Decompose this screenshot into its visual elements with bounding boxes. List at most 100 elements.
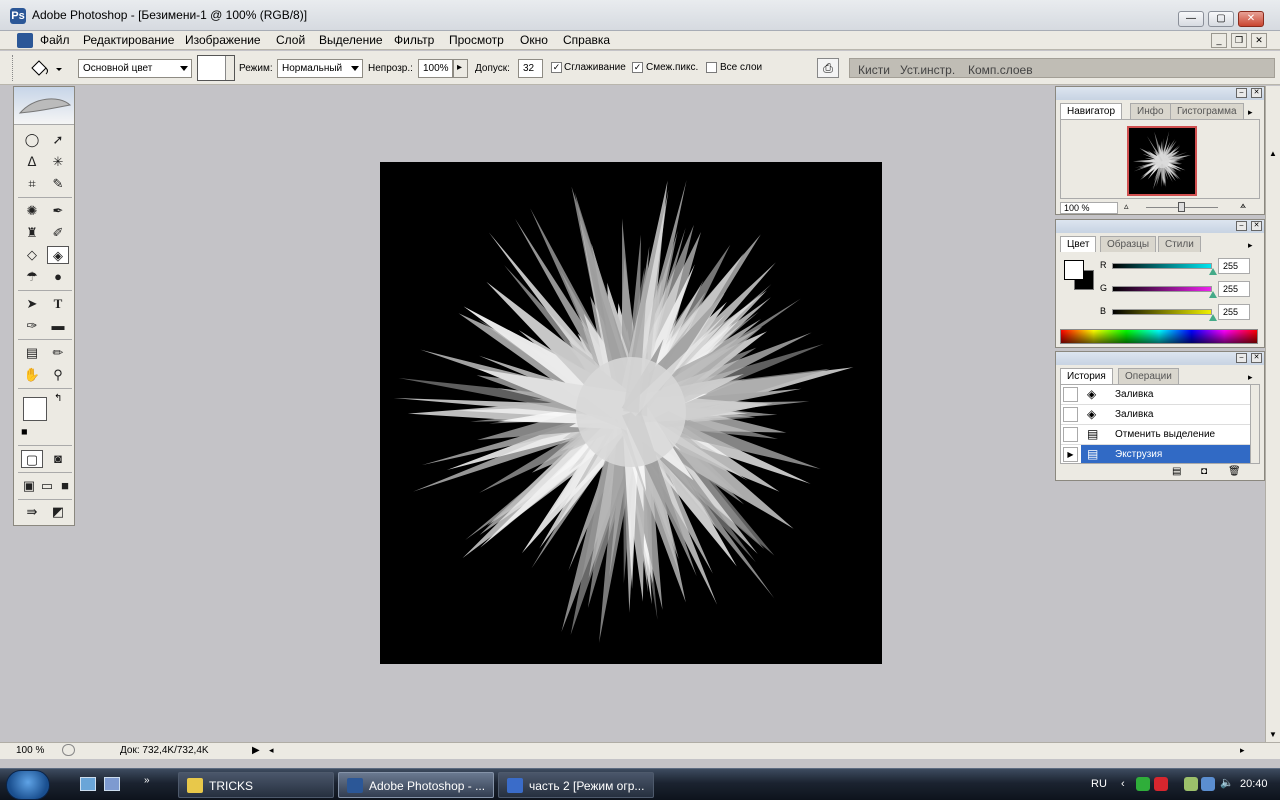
navigator-menu-icon[interactable]: ▸	[1248, 107, 1253, 118]
quick-mask-icon[interactable]: ◙	[47, 450, 69, 468]
menu-image[interactable]: Изображение	[185, 33, 261, 47]
history-menu-icon[interactable]: ▸	[1248, 372, 1253, 383]
color-panel-header[interactable]: – ✕	[1056, 220, 1264, 233]
trash-icon[interactable]: 🗑	[1228, 466, 1241, 477]
opacity-slider-button[interactable]: ▸	[453, 59, 468, 78]
marquee-tool-icon[interactable]: ◯	[21, 131, 43, 149]
history-row[interactable]: ▶ ▤ Экструзия	[1061, 445, 1252, 463]
opacity-input[interactable]: 100%	[418, 59, 453, 78]
menu-layer[interactable]: Слой	[276, 33, 305, 47]
color-spectrum-bar[interactable]	[1060, 329, 1258, 344]
document-icon[interactable]	[17, 33, 33, 48]
doc-restore-button[interactable]: ❐	[1231, 33, 1247, 48]
new-snapshot-icon[interactable]: ◘	[1201, 466, 1207, 477]
lasso-tool-icon[interactable]: ᐃ	[21, 153, 43, 171]
fill-source-dropdown[interactable]: Основной цвет	[78, 59, 192, 78]
maximize-button[interactable]: ▢	[1208, 11, 1234, 27]
screen-mode-full-icon[interactable]: ■	[54, 477, 76, 495]
menu-view[interactable]: Просмотр	[449, 33, 504, 47]
mode-dropdown[interactable]: Нормальный	[277, 59, 363, 78]
well-tab-brushes[interactable]: Кисти	[858, 63, 890, 77]
tab-styles[interactable]: Стили	[1158, 236, 1201, 252]
tab-navigator[interactable]: Навигатор	[1060, 103, 1123, 119]
history-brush-source-icon[interactable]: ▶	[1063, 447, 1078, 462]
menu-edit[interactable]: Редактирование	[83, 33, 174, 47]
zoom-out-icon[interactable]: ▵	[1124, 201, 1129, 212]
tray-antivirus-icon[interactable]	[1154, 777, 1168, 791]
history-brush-source-icon[interactable]	[1063, 407, 1078, 422]
tab-history[interactable]: История	[1060, 368, 1113, 384]
pattern-picker[interactable]	[197, 55, 235, 81]
magic-wand-icon[interactable]: ✳	[47, 153, 69, 171]
switch-windows-icon[interactable]	[104, 777, 120, 791]
zoom-tool-icon[interactable]: ⚲	[47, 366, 69, 384]
menu-window[interactable]: Окно	[520, 33, 548, 47]
swap-colors-icon[interactable]: ↰	[54, 393, 62, 404]
well-tab-tool-presets[interactable]: Уст.инстр.	[900, 63, 955, 77]
color-menu-icon[interactable]: ▸	[1248, 240, 1253, 251]
history-brush-source-icon[interactable]	[1063, 387, 1078, 402]
channel-slider[interactable]	[1112, 309, 1212, 315]
imageready-icon[interactable]: ◩	[47, 503, 69, 521]
hand-tool-icon[interactable]: ✋	[21, 366, 43, 384]
hscroll-left-icon[interactable]: ◂	[269, 745, 274, 756]
quick-launch-more-icon[interactable]: »	[144, 775, 150, 786]
history-panel-header[interactable]: – ✕	[1056, 352, 1264, 365]
menu-filter[interactable]: Фильтр	[394, 33, 434, 47]
status-info-icon[interactable]	[62, 744, 75, 756]
tray-expand-icon[interactable]: ‹	[1121, 778, 1125, 790]
color-close-button[interactable]: ✕	[1251, 221, 1262, 231]
navigator-thumbnail[interactable]	[1127, 126, 1197, 196]
hscroll-right-icon[interactable]: ▸	[1240, 745, 1245, 756]
doc-minimize-button[interactable]: _	[1211, 33, 1227, 48]
pen-tool-icon[interactable]: ✑	[21, 317, 43, 335]
channel-slider[interactable]	[1112, 263, 1212, 269]
rectangle-tool-icon[interactable]: ▬	[47, 317, 69, 335]
channel-value[interactable]: 255	[1218, 304, 1250, 320]
vertical-scrollbar[interactable]: ▲ ▼	[1265, 86, 1280, 742]
tab-info[interactable]: Инфо	[1130, 103, 1171, 119]
status-menu-arrow-icon[interactable]: ▶	[252, 745, 260, 756]
notes-tool-icon[interactable]: ▤	[21, 344, 43, 362]
antialias-checkbox[interactable]: ✓	[551, 62, 562, 73]
tray-safely-remove-icon[interactable]	[1184, 777, 1198, 791]
tolerance-input[interactable]: 32	[518, 59, 543, 78]
tab-actions[interactable]: Операции	[1118, 368, 1179, 384]
channel-slider-thumb[interactable]	[1209, 291, 1217, 298]
well-tab-layer-comps[interactable]: Комп.слоев	[968, 63, 1033, 77]
contiguous-checkbox[interactable]: ✓	[632, 62, 643, 73]
menu-select[interactable]: Выделение	[319, 33, 383, 47]
blur-tool-icon[interactable]: ☂	[21, 268, 43, 286]
channel-slider-thumb[interactable]	[1209, 314, 1217, 321]
menu-file[interactable]: Файл	[40, 33, 70, 47]
channel-slider-thumb[interactable]	[1209, 268, 1217, 275]
navigator-zoom-field[interactable]: 100 %	[1060, 202, 1118, 214]
toolbox-header[interactable]	[14, 87, 74, 125]
path-selection-icon[interactable]: ➤	[21, 295, 43, 313]
history-minimize-button[interactable]: –	[1236, 353, 1247, 363]
history-row[interactable]: ◈ Заливка	[1061, 405, 1252, 425]
navigator-panel-header[interactable]: – ✕	[1056, 87, 1264, 100]
clock[interactable]: 20:40	[1240, 778, 1268, 790]
close-button[interactable]: ✕	[1238, 11, 1264, 27]
tray-app-icon[interactable]	[1136, 777, 1150, 791]
document-canvas[interactable]	[380, 162, 882, 664]
start-button[interactable]	[6, 770, 50, 800]
zoom-slider-thumb[interactable]	[1178, 202, 1185, 212]
navigator-close-button[interactable]: ✕	[1251, 88, 1262, 98]
history-row[interactable]: ◈ Заливка	[1061, 385, 1252, 405]
history-scrollbar[interactable]	[1250, 385, 1259, 463]
crop-tool-icon[interactable]: ⌗	[21, 175, 43, 193]
type-tool-icon[interactable]: T	[47, 295, 69, 313]
options-grip[interactable]	[12, 55, 15, 81]
history-row[interactable]: ▤ Отменить выделение	[1061, 425, 1252, 445]
dodge-tool-icon[interactable]: ●	[47, 268, 69, 286]
scroll-down-icon[interactable]: ▼	[1269, 730, 1277, 739]
taskbar-item-word[interactable]: часть 2 [Режим огр...	[498, 772, 654, 798]
history-brush-icon[interactable]: ✐	[47, 224, 69, 242]
volume-icon[interactable]: 🔈	[1220, 776, 1234, 789]
healing-brush-icon[interactable]: ✺	[21, 202, 43, 220]
all-layers-checkbox[interactable]	[706, 62, 717, 73]
eraser-tool-icon[interactable]: ◇	[21, 246, 43, 264]
color-foreground-swatch[interactable]	[1064, 260, 1084, 280]
